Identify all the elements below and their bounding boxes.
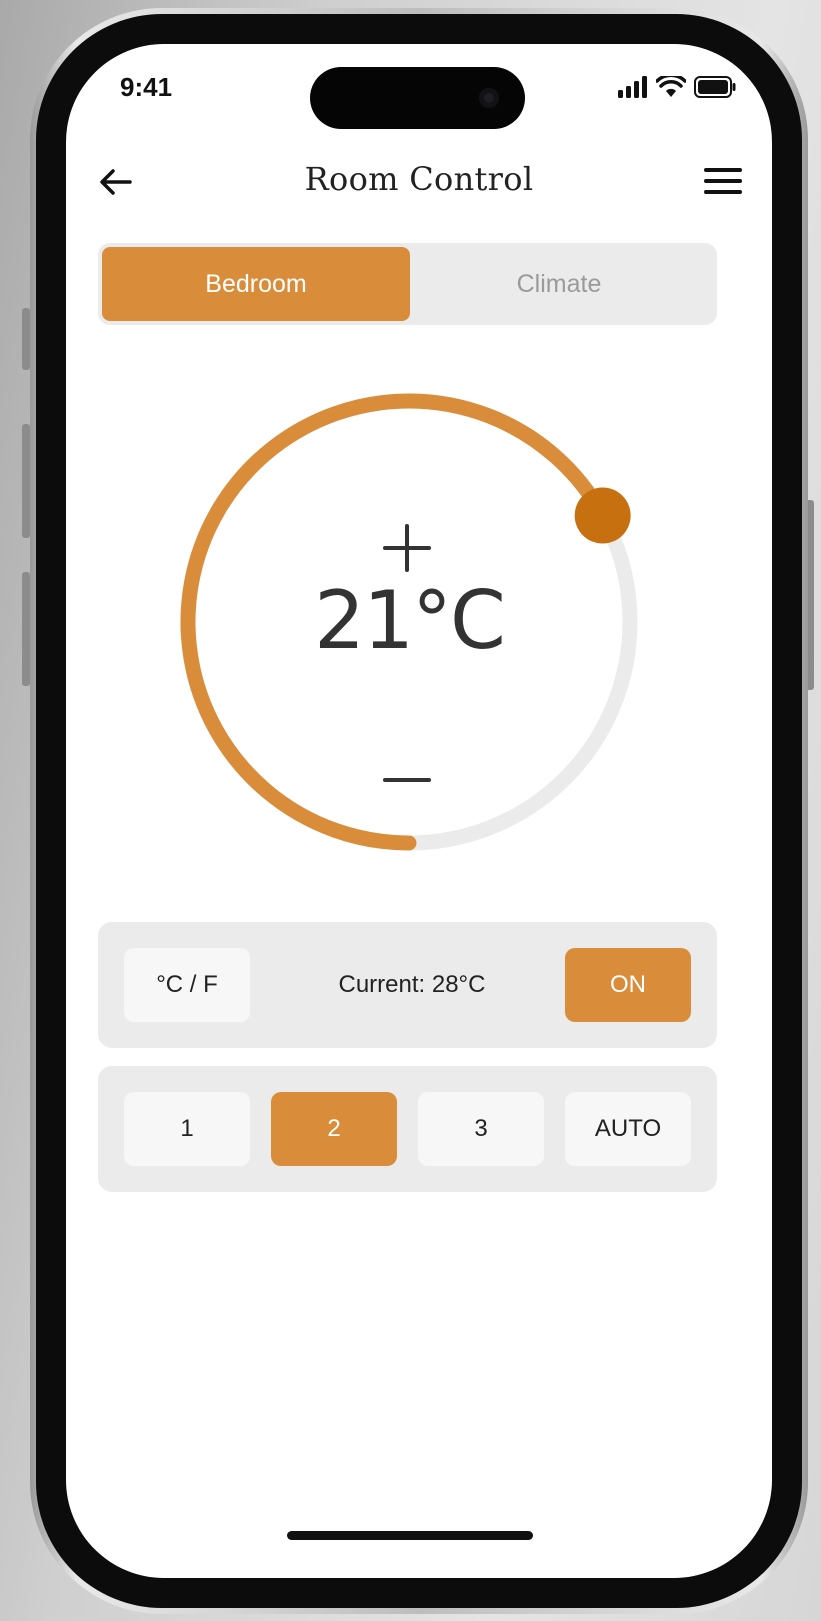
fan-speed-panel: 1 2 3 AUTO — [98, 1066, 717, 1192]
fan-speed-3-button[interactable]: 3 — [418, 1092, 544, 1166]
decrease-temperature-button[interactable] — [377, 750, 437, 810]
camera-icon — [479, 88, 499, 108]
room-tabs: Bedroom Climate — [98, 243, 717, 325]
minus-icon — [383, 778, 431, 782]
plus-icon — [383, 524, 431, 572]
fan-speed-auto-button[interactable]: AUTO — [565, 1092, 691, 1166]
tab-climate[interactable]: Climate — [405, 247, 713, 321]
unit-toggle-button[interactable]: °C / F — [124, 948, 250, 1022]
volume-down-button — [22, 572, 30, 686]
increase-temperature-button[interactable] — [377, 518, 437, 578]
menu-button[interactable] — [704, 168, 742, 198]
dial-knob[interactable] — [574, 487, 631, 544]
action-button — [22, 308, 30, 370]
status-icons — [618, 76, 736, 98]
menu-icon — [704, 168, 742, 194]
screen: 9:41 Room Control Bedroom Climate 21°C °… — [66, 44, 772, 1578]
current-temperature: Current: 28°C — [338, 971, 486, 998]
battery-icon — [694, 76, 736, 98]
page-title: Room Control — [304, 160, 534, 198]
status-time: 9:41 — [120, 72, 173, 102]
wifi-icon — [656, 76, 686, 97]
volume-up-button — [22, 424, 30, 538]
signal-icon — [618, 76, 647, 98]
climate-controls-panel: °C / F Current: 28°C ON — [98, 922, 717, 1048]
fan-speed-2-button[interactable]: 2 — [271, 1092, 397, 1166]
home-indicator[interactable] — [287, 1531, 533, 1540]
tab-bedroom[interactable]: Bedroom — [102, 247, 410, 321]
fan-speed-1-button[interactable]: 1 — [124, 1092, 250, 1166]
dynamic-island — [310, 67, 525, 129]
power-button[interactable]: ON — [565, 948, 691, 1022]
target-temperature: 21°C — [314, 574, 506, 667]
